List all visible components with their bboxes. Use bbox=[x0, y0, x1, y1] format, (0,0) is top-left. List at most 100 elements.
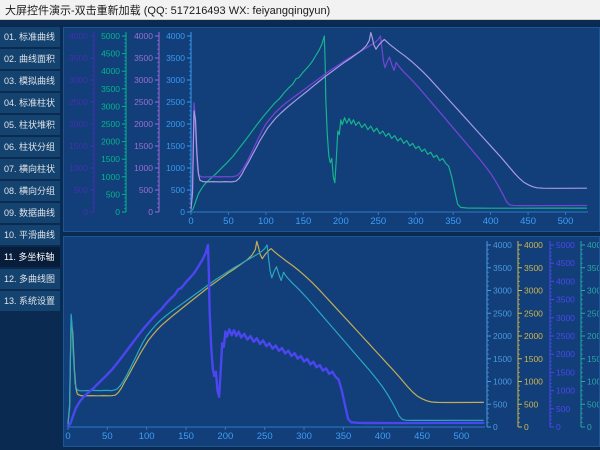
svg-text:0: 0 bbox=[556, 422, 561, 432]
sidebar-item-07[interactable]: 07. 横向柱状 bbox=[0, 159, 60, 179]
svg-text:1000: 1000 bbox=[134, 163, 153, 173]
svg-text:3500: 3500 bbox=[587, 263, 599, 273]
svg-text:50: 50 bbox=[102, 431, 113, 442]
svg-text:500: 500 bbox=[139, 185, 153, 195]
multi-axis-line-chart-bottom[interactable]: 0501001502002503003504004505000500100015… bbox=[64, 237, 599, 446]
svg-text:3500: 3500 bbox=[493, 263, 512, 273]
svg-text:2500: 2500 bbox=[587, 308, 599, 318]
svg-text:1500: 1500 bbox=[587, 354, 599, 364]
svg-text:3000: 3000 bbox=[166, 75, 185, 85]
sidebar-item-03[interactable]: 03. 模拟曲线 bbox=[0, 71, 60, 91]
svg-text:400: 400 bbox=[375, 431, 391, 442]
svg-text:450: 450 bbox=[414, 431, 430, 442]
svg-text:3500: 3500 bbox=[524, 263, 543, 273]
sidebar-item-01[interactable]: 01. 标准曲线 bbox=[0, 27, 60, 47]
svg-text:500: 500 bbox=[74, 185, 88, 195]
svg-text:150: 150 bbox=[295, 216, 311, 227]
svg-text:450: 450 bbox=[520, 216, 536, 227]
svg-text:2500: 2500 bbox=[101, 119, 120, 129]
svg-text:4000: 4000 bbox=[69, 31, 88, 41]
svg-text:2000: 2000 bbox=[587, 331, 599, 341]
svg-text:250: 250 bbox=[370, 216, 386, 227]
sidebar-item-09[interactable]: 09. 数据曲线 bbox=[0, 203, 60, 223]
svg-text:2500: 2500 bbox=[493, 308, 512, 318]
svg-text:1500: 1500 bbox=[524, 354, 543, 364]
bottom-chart-panel: 0501001502002503003504004505000500100015… bbox=[63, 236, 600, 447]
svg-text:300: 300 bbox=[296, 431, 312, 442]
svg-text:4000: 4000 bbox=[587, 240, 599, 250]
svg-text:3500: 3500 bbox=[556, 295, 575, 305]
window-title-bar[interactable]: 大屏控件演示-双击重新加载 (QQ: 517216493 WX: feiyang… bbox=[0, 0, 600, 20]
sidebar-item-13[interactable]: 13. 系统设置 bbox=[0, 291, 60, 311]
svg-text:2000: 2000 bbox=[166, 119, 185, 129]
svg-text:500: 500 bbox=[493, 399, 507, 409]
svg-text:5000: 5000 bbox=[556, 240, 575, 250]
svg-text:2000: 2000 bbox=[493, 331, 512, 341]
svg-text:2500: 2500 bbox=[524, 308, 543, 318]
sidebar-item-11[interactable]: 11. 多坐标轴 bbox=[0, 247, 60, 267]
svg-text:3000: 3000 bbox=[101, 101, 120, 111]
svg-text:1500: 1500 bbox=[134, 141, 153, 151]
svg-text:150: 150 bbox=[178, 431, 194, 442]
svg-text:1000: 1000 bbox=[166, 163, 185, 173]
svg-text:4000: 4000 bbox=[524, 240, 543, 250]
svg-text:500: 500 bbox=[556, 404, 570, 414]
svg-text:0: 0 bbox=[587, 422, 592, 432]
sidebar-item-08[interactable]: 08. 横向分组 bbox=[0, 181, 60, 201]
svg-text:1500: 1500 bbox=[69, 141, 88, 151]
svg-text:1000: 1000 bbox=[524, 377, 543, 387]
svg-text:100: 100 bbox=[139, 431, 155, 442]
sidebar-item-04[interactable]: 04. 标准柱状 bbox=[0, 93, 60, 113]
svg-text:2000: 2000 bbox=[524, 331, 543, 341]
svg-text:100: 100 bbox=[258, 216, 274, 227]
sidebar-item-02[interactable]: 02. 曲线面积 bbox=[0, 49, 60, 69]
svg-text:250: 250 bbox=[257, 431, 273, 442]
svg-text:500: 500 bbox=[524, 399, 538, 409]
sidebar-item-10[interactable]: 10. 平滑曲线 bbox=[0, 225, 60, 245]
svg-text:1500: 1500 bbox=[556, 367, 575, 377]
svg-text:3000: 3000 bbox=[524, 286, 543, 296]
svg-text:1000: 1000 bbox=[69, 163, 88, 173]
svg-text:4500: 4500 bbox=[101, 49, 120, 59]
window-title: 大屏控件演示-双击重新加载 (QQ: 517216493 WX: feiyang… bbox=[0, 2, 330, 18]
svg-text:500: 500 bbox=[171, 185, 185, 195]
svg-text:4500: 4500 bbox=[556, 258, 575, 268]
svg-text:3500: 3500 bbox=[101, 84, 120, 94]
svg-text:4000: 4000 bbox=[493, 240, 512, 250]
sidebar-item-06[interactable]: 06. 柱状分组 bbox=[0, 137, 60, 157]
svg-text:0: 0 bbox=[83, 207, 88, 217]
svg-text:2000: 2000 bbox=[101, 137, 120, 147]
svg-text:200: 200 bbox=[217, 431, 233, 442]
svg-text:1500: 1500 bbox=[101, 154, 120, 164]
svg-text:2000: 2000 bbox=[556, 349, 575, 359]
svg-text:3000: 3000 bbox=[493, 286, 512, 296]
svg-text:0: 0 bbox=[180, 207, 185, 217]
svg-text:1000: 1000 bbox=[587, 377, 599, 387]
svg-text:2500: 2500 bbox=[556, 331, 575, 341]
sidebar-item-12[interactable]: 12. 多曲线图 bbox=[0, 269, 60, 289]
svg-text:4000: 4000 bbox=[556, 276, 575, 286]
svg-text:0: 0 bbox=[115, 207, 120, 217]
svg-text:3500: 3500 bbox=[69, 53, 88, 63]
svg-text:3000: 3000 bbox=[134, 75, 153, 85]
svg-text:2000: 2000 bbox=[134, 119, 153, 129]
sidebar-item-05[interactable]: 05. 柱状堆积 bbox=[0, 115, 60, 135]
svg-text:3000: 3000 bbox=[69, 75, 88, 85]
multi-axis-line-chart-top[interactable]: 0501001502002503003504004505000500100015… bbox=[64, 28, 599, 231]
svg-text:2000: 2000 bbox=[69, 119, 88, 129]
svg-text:4000: 4000 bbox=[166, 31, 185, 41]
sidebar-menu: 01. 标准曲线02. 曲线面积03. 模拟曲线04. 标准柱状05. 柱状堆积… bbox=[0, 27, 60, 313]
svg-text:1000: 1000 bbox=[493, 377, 512, 387]
svg-text:3000: 3000 bbox=[587, 286, 599, 296]
top-chart-panel: 0501001502002503003504004505000500100015… bbox=[63, 27, 600, 232]
svg-text:0: 0 bbox=[148, 207, 153, 217]
svg-text:0: 0 bbox=[493, 422, 498, 432]
svg-text:2500: 2500 bbox=[166, 97, 185, 107]
svg-text:1000: 1000 bbox=[101, 172, 120, 182]
svg-text:3500: 3500 bbox=[166, 53, 185, 63]
svg-text:3000: 3000 bbox=[556, 313, 575, 323]
svg-text:4000: 4000 bbox=[101, 66, 120, 76]
svg-text:200: 200 bbox=[333, 216, 349, 227]
svg-text:500: 500 bbox=[558, 216, 574, 227]
svg-text:2500: 2500 bbox=[69, 97, 88, 107]
